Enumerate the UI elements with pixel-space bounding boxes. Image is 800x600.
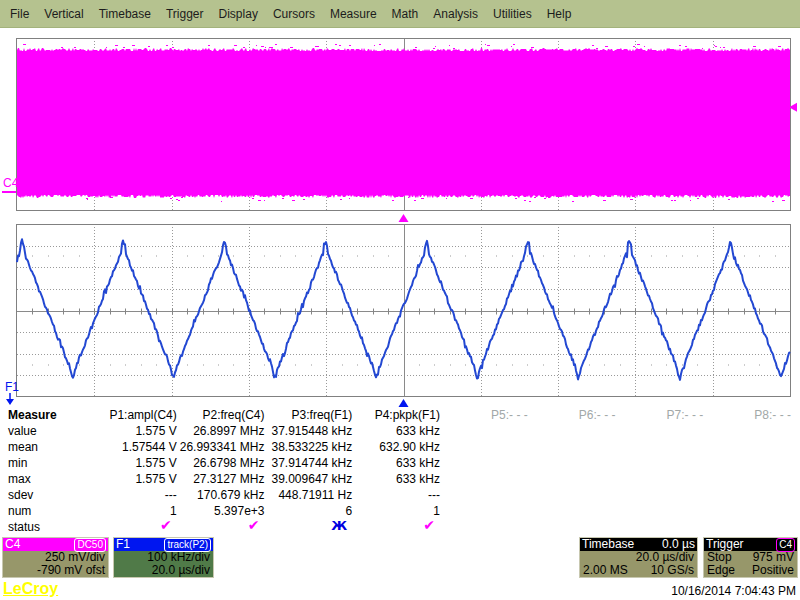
timebase-descriptor[interactable]: Timebase 0.0 µs 20.0 µs/div 2.00 MS10 GS… (579, 537, 698, 578)
measure-min-p3: 37.914744 kHz (265, 455, 353, 471)
c4-ground-marker[interactable] (2, 191, 16, 193)
measure-value-p6 (528, 423, 616, 439)
measure-mean-p4: 632.90 kHz (352, 439, 440, 455)
measure-max-p7 (616, 471, 704, 487)
timebase-label: Timebase (582, 538, 634, 551)
measure-status-p5 (440, 519, 528, 535)
status-check-icon-p1: ✔ (89, 519, 177, 535)
measure-sdev-p3: 448.71911 Hz (265, 487, 353, 503)
measure-col-header-p7[interactable]: P7:- - - (616, 407, 704, 423)
measure-row-label-max: max (0, 471, 89, 487)
measure-status-p7 (616, 519, 704, 535)
measure-max-p4: 633 kHz (352, 471, 440, 487)
measure-max-p5 (440, 471, 528, 487)
measure-col-header-p1[interactable]: P1:ampl(C4) (89, 407, 177, 423)
measure-max-p3: 39.009647 kHz (265, 471, 353, 487)
f1-offscreen-arrowhead (6, 399, 14, 405)
measure-row-label-min: min (0, 455, 89, 471)
measure-mean-p7 (616, 439, 704, 455)
channel-descriptor-c4[interactable]: C4 DC50 250 mV/div -790 mV ofst (2, 537, 109, 578)
measure-sdev-p6 (528, 487, 616, 503)
trace-descriptor-f1[interactable]: F1 track(P2) 100 kHz/div 20.0 µs/div (113, 537, 214, 578)
c4-trace-label: C4 (3, 176, 19, 190)
grid-bottom (17, 224, 791, 397)
measure-col-header-p3[interactable]: P3:freq(F1) (265, 407, 353, 423)
measure-status-p8 (703, 519, 791, 535)
f1-trace-label: F1 (5, 380, 19, 394)
measure-min-p5 (440, 455, 528, 471)
status-check-icon-p4: ✔ (352, 519, 440, 535)
f1-trace[interactable] (17, 239, 790, 380)
f1-time-marker[interactable] (399, 399, 409, 407)
measure-col-header-p2[interactable]: P2:freq(C4) (177, 407, 265, 423)
measure-sdev-p1: --- (89, 487, 177, 503)
timestamp: 10/16/2014 7:04:43 PM (671, 584, 796, 598)
measure-num-p3: 6 (265, 503, 353, 519)
measure-mean-p8 (703, 439, 791, 455)
measure-table: MeasureP1:ampl(C4)P2:freq(C4)P3:freq(F1)… (0, 407, 800, 535)
measure-min-p8 (703, 455, 791, 471)
c4-offset: -790 mV ofst (37, 564, 105, 577)
measure-sdev-p5 (440, 487, 528, 503)
scope-display: C4 F1 (0, 0, 800, 410)
measure-max-p8 (703, 471, 791, 487)
measure-num-p6 (528, 503, 616, 519)
measure-sdev-p8 (703, 487, 791, 503)
measure-value-p1: 1.575 V (89, 423, 177, 439)
measure-value-p5 (440, 423, 528, 439)
measure-col-header-p4[interactable]: P4:pkpk(F1) (352, 407, 440, 423)
measure-col-header-p5[interactable]: P5:- - - (440, 407, 528, 423)
measure-row-label-sdev: sdev (0, 487, 89, 503)
measure-num-p8 (703, 503, 791, 519)
measure-col-header-p6[interactable]: P6:- - - (528, 407, 616, 423)
measure-row-label-mean: mean (0, 439, 89, 455)
trigger-slope: Positive (752, 564, 794, 577)
measure-title: Measure (0, 407, 89, 423)
measure-value-p4: 633 kHz (352, 423, 440, 439)
measure-max-p2: 27.3127 MHz (177, 471, 265, 487)
measure-value-p8 (703, 423, 791, 439)
measure-sdev-p7 (616, 487, 704, 503)
measure-max-p6 (528, 471, 616, 487)
status-busy-icon-p3: Ж (265, 519, 353, 535)
measure-row-label-num: num (0, 503, 89, 519)
timebase-samples: 2.00 MS (583, 564, 628, 577)
measure-num-p7 (616, 503, 704, 519)
trigger-time-marker[interactable] (399, 214, 409, 222)
measure-status-p6 (528, 519, 616, 535)
measure-value-p2: 26.8997 MHz (177, 423, 265, 439)
f1-tdiv: 20.0 µs/div (152, 564, 210, 577)
measure-mean-p1: 1.57544 V (89, 439, 177, 455)
measure-mean-p3: 38.533225 kHz (265, 439, 353, 455)
measure-mean-p6 (528, 439, 616, 455)
measure-max-p1: 1.575 V (89, 471, 177, 487)
measure-col-header-p8[interactable]: P8:- - - (703, 407, 791, 423)
c4-label: C4 (5, 538, 20, 551)
measure-min-p6 (528, 455, 616, 471)
measure-min-p4: 633 kHz (352, 455, 440, 471)
trigger-descriptor[interactable]: Trigger C4 Stop975 mV EdgePositive (703, 537, 798, 578)
measure-mean-p2: 26.993341 MHz (177, 439, 265, 455)
measure-num-p5 (440, 503, 528, 519)
measure-row-label-value: value (0, 423, 89, 439)
status-check-icon-p2: ✔ (177, 519, 265, 535)
measure-sdev-p2: 170.679 kHz (177, 487, 265, 503)
measure-sdev-p4: --- (352, 487, 440, 503)
lecroy-logo: LeCroy (3, 580, 58, 598)
trigger-type: Edge (707, 564, 735, 577)
measure-min-p2: 26.6798 MHz (177, 455, 265, 471)
measure-value-p7 (616, 423, 704, 439)
measure-min-p7 (616, 455, 704, 471)
f1-label: F1 (116, 538, 130, 551)
measure-value-p3: 37.915448 kHz (265, 423, 353, 439)
measure-min-p1: 1.575 V (89, 455, 177, 471)
timebase-rate: 10 GS/s (651, 564, 694, 577)
measure-row-label-status: status (0, 519, 89, 535)
measure-mean-p5 (440, 439, 528, 455)
c4-trace[interactable] (17, 44, 790, 202)
